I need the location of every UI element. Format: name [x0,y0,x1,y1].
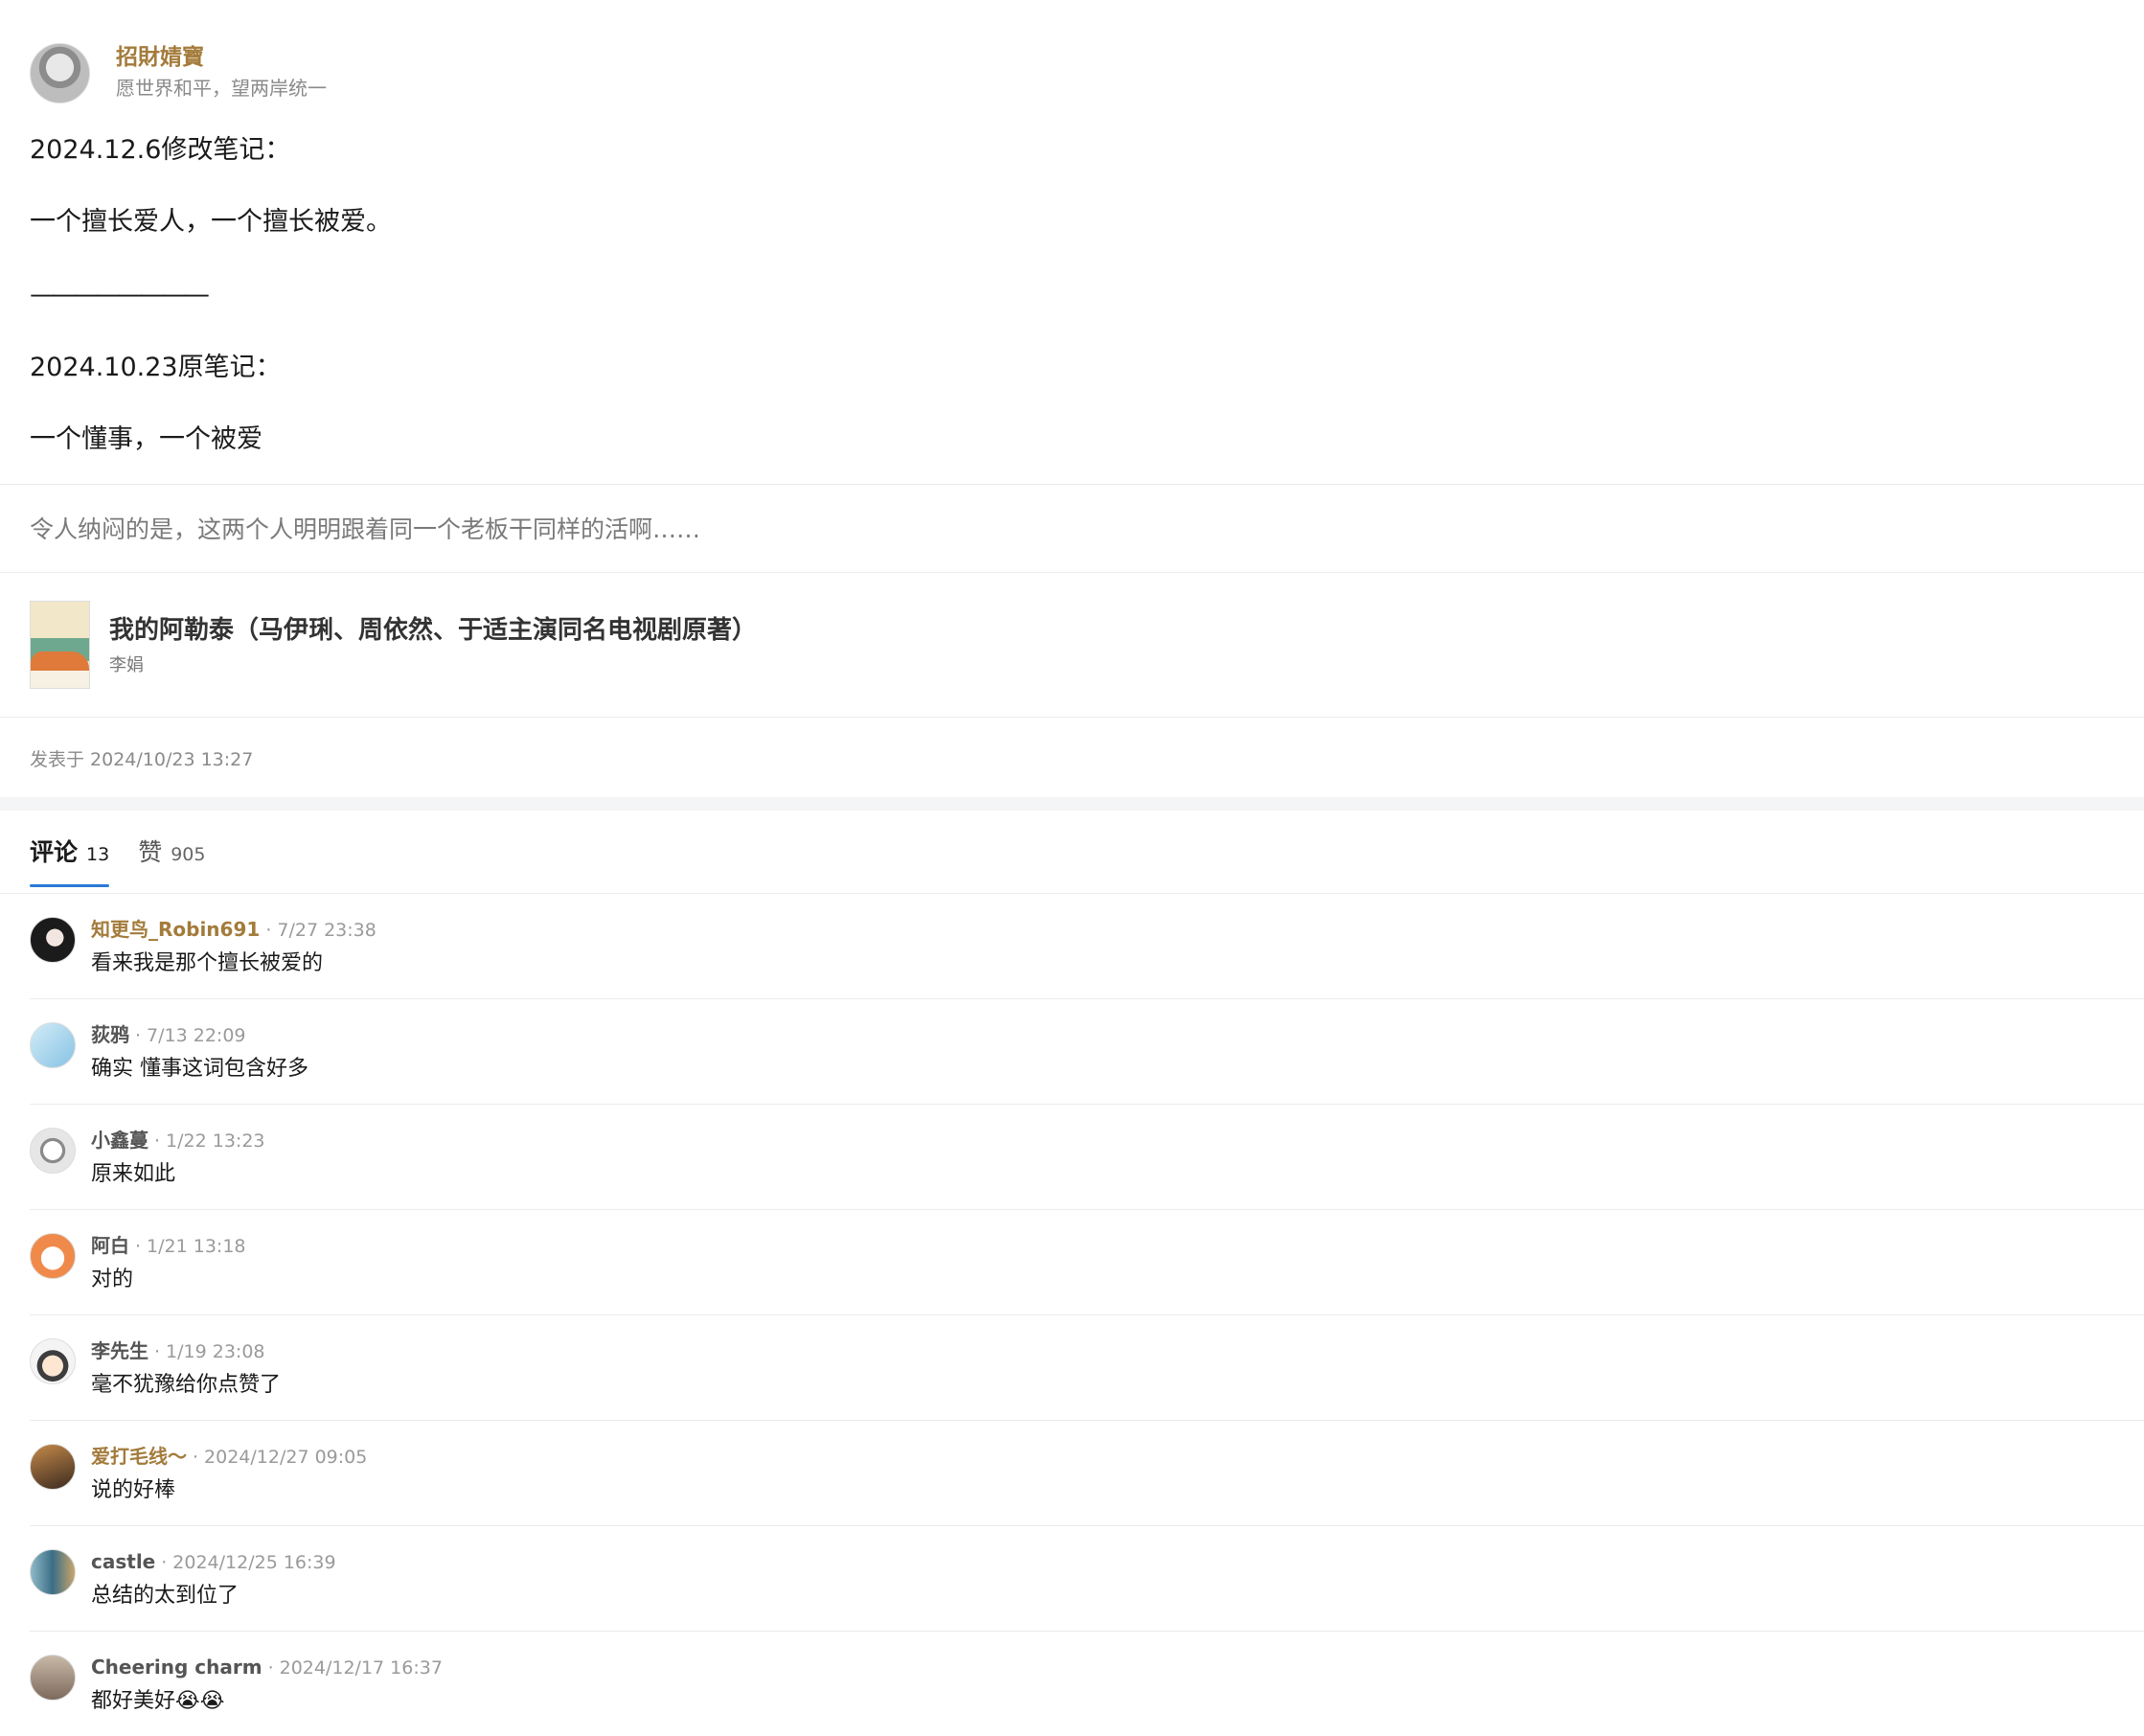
divider [0,717,2144,718]
comment-header: 知更鸟_Robin691 · 7/27 23:38 [91,917,376,943]
author-avatar[interactable] [30,42,90,103]
note-line: 2024.12.6修改笔记： [30,135,291,165]
comment-header: 阿白 · 1/21 13:18 [91,1233,246,1259]
note-divider-text: ———————— [30,280,210,309]
comment-time: 2024/12/25 16:39 [172,1552,336,1573]
book-info: 我的阿勒泰（马伊琍、周依然、于适主演同名电视剧原著） 李娟 [109,613,757,676]
note-line: 一个擅长爱人，一个擅长被爱。 [30,207,392,237]
tab-likes-count: 905 [171,844,206,865]
author-info: 招財婧寶 愿世界和平，望两岸统一 [116,43,327,103]
posted-time: 发表于 2024/10/23 13:27 [30,749,254,770]
comment-text: 说的好棒 [91,1478,176,1502]
separator-dot: · [265,920,272,941]
comment-header: 爱打毛线～ · 2024/12/27 09:05 [91,1444,367,1470]
comment-text: 都好美好😭😭 [91,1689,225,1713]
commenter-name[interactable]: 阿白 [91,1234,129,1257]
comment-item: Cheering charm · 2024/12/17 16:37 都好美好😭😭 [30,1632,2144,1736]
separator-dot: · [193,1447,199,1468]
comment-time: 7/13 22:09 [147,1025,246,1046]
comment-header: 小鑫蔓 · 1/22 13:23 [91,1128,265,1154]
comment-time: 1/21 13:18 [147,1236,246,1257]
comment-header: 李先生 · 1/19 23:08 [91,1338,265,1364]
comment-text: 确实 懂事这词包含好多 [91,1057,308,1081]
tab-comments-label: 评论 [30,838,79,866]
commenter-name[interactable]: 爱打毛线～ [91,1445,187,1468]
commenter-name[interactable]: Cheering charm [91,1656,262,1679]
commenter-name[interactable]: 小鑫蔓 [91,1129,148,1152]
comment-time: 1/19 23:08 [166,1341,265,1362]
author-header: 招財婧寶 愿世界和平，望两岸统一 [30,42,327,103]
tab-likes[interactable]: 赞 905 [138,834,205,887]
comment-time: 1/22 13:23 [166,1131,265,1152]
comment-item: castle · 2024/12/25 16:39 总结的太到位了 [30,1526,2144,1632]
tab-comments[interactable]: 评论 13 [30,834,110,887]
comment-header: Cheering charm · 2024/12/17 16:37 [91,1655,443,1680]
comment-text: 毫不犹豫给你点赞了 [91,1373,282,1397]
commenter-avatar[interactable] [30,1549,76,1595]
commenter-avatar[interactable] [30,1022,76,1068]
author-name[interactable]: 招財婧寶 [116,43,327,72]
commenter-name[interactable]: castle [91,1550,155,1573]
comment-item: 阿白 · 1/21 13:18 对的 [30,1210,2144,1315]
separator-dot: · [154,1341,161,1362]
comment-item: 知更鸟_Robin691 · 7/27 23:38 看来我是那个擅长被爱的 [30,894,2144,999]
comment-text: 总结的太到位了 [91,1584,239,1608]
author-signature: 愿世界和平，望两岸统一 [116,77,327,100]
commenter-name[interactable]: 荻鸦 [91,1023,129,1046]
comment-item: 小鑫蔓 · 1/22 13:23 原来如此 [30,1105,2144,1210]
divider [0,572,2144,573]
commenter-name[interactable]: 知更鸟_Robin691 [91,918,260,941]
section-separator [0,797,2144,811]
book-cover-image [30,601,90,689]
commenter-avatar[interactable] [30,1233,76,1279]
comment-text: 对的 [91,1268,134,1291]
separator-dot: · [135,1236,142,1257]
commenter-avatar[interactable] [30,1128,76,1174]
book-author: 李娟 [109,655,144,675]
tab-likes-label: 赞 [138,838,163,866]
separator-dot: · [161,1552,168,1573]
comment-time: 2024/12/27 09:05 [204,1447,368,1468]
book-title[interactable]: 我的阿勒泰（马伊琍、周依然、于适主演同名电视剧原著） [109,613,757,648]
commenter-name[interactable]: 李先生 [91,1339,148,1362]
comment-header: 荻鸦 · 7/13 22:09 [91,1022,246,1048]
tab-bar: 评论 13 赞 905 [30,834,234,893]
comment-item: 荻鸦 · 7/13 22:09 确实 懂事这词包含好多 [30,999,2144,1105]
separator-dot: · [135,1025,142,1046]
note-line: 2024.10.23原笔记： [30,353,282,382]
comment-text: 看来我是那个擅长被爱的 [91,951,324,975]
comment-header: castle · 2024/12/25 16:39 [91,1549,336,1575]
comment-list: 知更鸟_Robin691 · 7/27 23:38 看来我是那个擅长被爱的 荻鸦 · 7… [30,894,2144,1736]
comment-time: 7/27 23:38 [277,920,376,941]
quote-excerpt[interactable]: 令人纳闷的是，这两个人明明跟着同一个老板干同样的活啊…… [30,513,700,547]
book-card[interactable]: 我的阿勒泰（马伊琍、周依然、于适主演同名电视剧原著） 李娟 [30,601,757,689]
commenter-avatar[interactable] [30,1655,76,1701]
separator-dot: · [267,1657,274,1679]
tab-comments-count: 13 [86,844,110,865]
comment-item: 爱打毛线～ · 2024/12/27 09:05 说的好棒 [30,1421,2144,1526]
comment-text: 原来如此 [91,1162,176,1186]
commenter-avatar[interactable] [30,1444,76,1490]
separator-dot: · [154,1131,161,1152]
commenter-avatar[interactable] [30,1338,76,1384]
commenter-avatar[interactable] [30,917,76,963]
comment-time: 2024/12/17 16:37 [279,1657,443,1679]
comment-item: 李先生 · 1/19 23:08 毫不犹豫给你点赞了 [30,1315,2144,1421]
note-line: 一个懂事，一个被爱 [30,424,262,454]
divider [0,484,2144,485]
